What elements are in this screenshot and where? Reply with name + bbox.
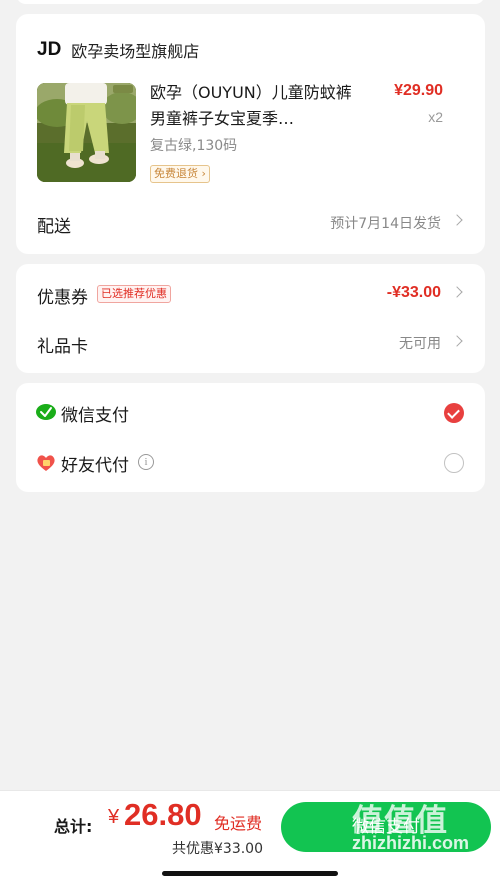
product-title[interactable]: 欧孕（OUYUN）儿童防蚊裤男童裤子女宝夏季…: [150, 80, 360, 132]
chevron-right-icon[interactable]: [451, 335, 463, 347]
product-variant: 复古绿,130码: [150, 138, 238, 154]
store-name[interactable]: 欧孕卖场型旗舰店: [71, 38, 199, 62]
store-card: JD 欧孕卖场型旗舰店 欧孕（OUYUN）儿童防蚊裤男童裤子女宝夏季… ¥29.…: [16, 14, 485, 254]
previous-card-edge: [16, 0, 485, 4]
total-amount: 26.80: [124, 797, 202, 832]
product-quantity: x2: [428, 109, 443, 125]
coupon-label: 优惠券: [37, 288, 88, 308]
jd-logo: JD: [37, 39, 62, 60]
product-price: ¥29.90: [394, 82, 443, 99]
friend-pay-heart-icon: [37, 455, 55, 471]
radio-unchecked-icon[interactable]: [444, 453, 464, 473]
watermark-url: zhizhizhi.com: [352, 833, 469, 853]
radio-checked-icon[interactable]: [444, 403, 464, 423]
coupon-selected-tag: 已选推荐优惠: [97, 285, 171, 303]
free-return-label: 免费退货: [154, 167, 198, 180]
coupon-value[interactable]: -¥33.00: [387, 284, 441, 302]
product-image[interactable]: [37, 83, 136, 182]
gift-card-value[interactable]: 无可用: [399, 333, 441, 353]
payment-methods-card: 微信支付 好友代付 i: [16, 383, 485, 492]
total-label: 总计:: [54, 817, 93, 836]
chevron-right-icon: ›: [201, 167, 206, 180]
payment-option-label: 微信支付: [61, 406, 129, 426]
chevron-right-icon[interactable]: [451, 214, 463, 226]
delivery-label: 配送: [37, 217, 71, 237]
wechat-pay-icon: [36, 404, 56, 420]
store-header[interactable]: JD 欧孕卖场型旗舰店: [37, 38, 199, 62]
free-return-tag[interactable]: 免费退货 ›: [150, 165, 210, 183]
free-shipping-label: 免运费: [214, 814, 263, 833]
discounts-card: 优惠券 已选推荐优惠 -¥33.00 礼品卡 无可用: [16, 264, 485, 373]
delivery-estimate[interactable]: 预计7月14日发货: [330, 213, 441, 233]
home-indicator: [162, 871, 338, 876]
product-photo: [37, 83, 136, 182]
total-savings: 共优惠¥33.00: [172, 841, 263, 857]
info-icon[interactable]: i: [138, 454, 154, 470]
chevron-right-icon[interactable]: [451, 286, 463, 298]
total-currency: ¥: [108, 806, 120, 828]
payment-option-label: 好友代付: [61, 456, 129, 476]
gift-card-label: 礼品卡: [37, 337, 88, 357]
checkout-bar: 总计: ¥ 26.80 免运费 共优惠¥33.00 微信支付 值值值 zhizh…: [0, 790, 500, 882]
